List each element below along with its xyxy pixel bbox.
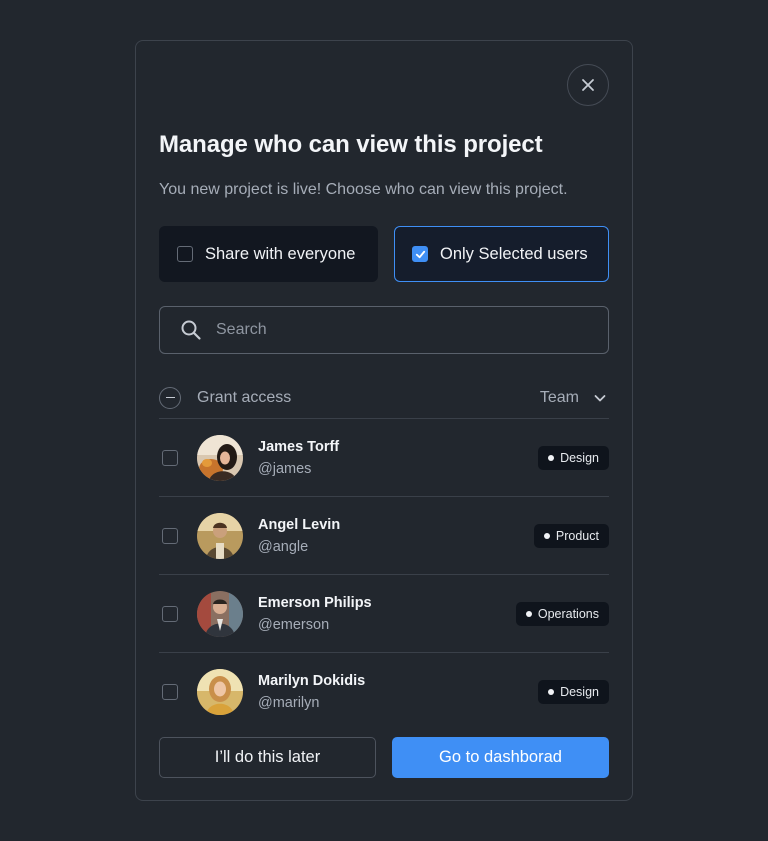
only-selected-users-option[interactable]: Only Selected users (394, 226, 609, 282)
chevron-down-icon (594, 394, 606, 401)
user-checkbox[interactable] (162, 449, 178, 466)
badge-dot (543, 532, 550, 539)
team-badge: Product (533, 523, 609, 548)
select-all-checkbox[interactable] (159, 386, 181, 409)
list-header: Grant access Team (159, 379, 609, 419)
user-name: James Torff (258, 438, 340, 455)
badge-dot (525, 610, 532, 617)
team-badge-label: Operations (537, 606, 599, 621)
only-selected-users-checkbox[interactable] (412, 246, 428, 262)
user-row: Emerson Philips @emerson Operations (159, 575, 609, 653)
avatar (197, 669, 243, 715)
user-handle: @angle (258, 538, 309, 555)
avatar (197, 434, 243, 481)
user-name: Angel Levin (258, 516, 341, 533)
close-button[interactable] (567, 64, 609, 106)
user-handle: @emerson (258, 616, 330, 633)
team-dropdown[interactable]: Team (540, 389, 607, 407)
team-badge-label: Design (560, 685, 599, 699)
checkmark-icon (415, 250, 425, 258)
search-box[interactable] (159, 306, 609, 354)
close-icon (582, 79, 594, 91)
user-row: Marilyn Dokidis @marilyn Design (159, 653, 609, 731)
user-checkbox[interactable] (162, 605, 178, 622)
share-project-modal: Manage who can view this project You new… (135, 40, 633, 801)
team-badge-label: Product (555, 528, 599, 543)
grant-access-label: Grant access (197, 388, 292, 406)
share-with-everyone-checkbox[interactable] (177, 246, 193, 262)
search-input[interactable] (216, 321, 596, 339)
user-row: Angel Levin @angle Product (159, 497, 609, 575)
user-checkbox[interactable] (162, 684, 178, 700)
do-later-button[interactable]: I’ll do this later (159, 737, 376, 778)
avatar (197, 512, 243, 559)
modal-title: Manage who can view this project (159, 131, 543, 158)
user-checkbox[interactable] (162, 527, 178, 544)
user-handle: @marilyn (258, 695, 320, 711)
badge-dot (548, 454, 555, 461)
team-badge-label: Design (560, 450, 599, 465)
user-name: Emerson Philips (258, 594, 372, 611)
team-badge: Design (538, 680, 609, 704)
team-dropdown-label: Team (539, 388, 579, 406)
modal-subtitle: You new project is live! Choose who can … (159, 181, 568, 198)
user-row: James Torff @james Design (159, 419, 609, 497)
only-selected-users-label: Only Selected users (440, 244, 588, 263)
badge-dot (548, 689, 555, 695)
team-badge: Design (538, 445, 609, 470)
search-icon (181, 320, 201, 340)
user-name: Marilyn Dokidis (258, 673, 366, 689)
share-with-everyone-label: Share with everyone (205, 244, 356, 263)
avatar (197, 590, 243, 637)
user-handle: @james (258, 460, 312, 477)
user-list: James Torff @james Design Angel Levin @a… (159, 419, 609, 731)
go-to-dashboard-button[interactable]: Go to dashborad (392, 737, 609, 778)
share-with-everyone-option[interactable]: Share with everyone (159, 226, 378, 282)
team-badge: Operations (515, 601, 609, 626)
